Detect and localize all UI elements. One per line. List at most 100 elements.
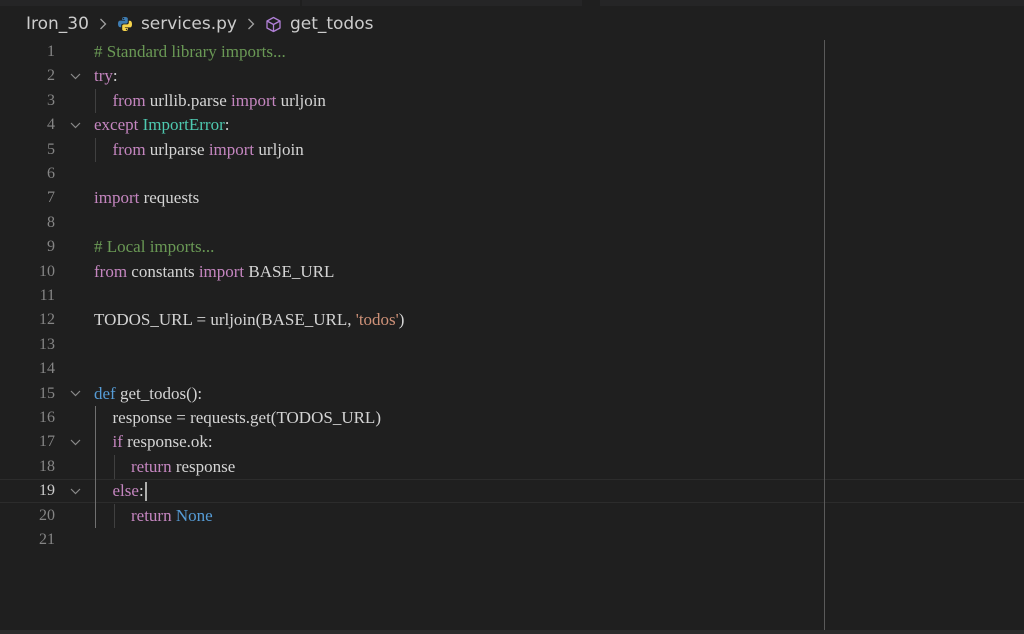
code-line[interactable]: if response.ok:: [113, 430, 213, 454]
method-cube-icon: [265, 16, 282, 33]
python-file-icon: [117, 16, 133, 32]
code-token: from: [94, 261, 128, 281]
code-line[interactable]: TODOS_URL = urljoin(BASE_URL, 'todos'): [94, 308, 404, 332]
horizontal-scrollbar[interactable]: [0, 630, 1024, 634]
code-line[interactable]: else:: [113, 479, 144, 503]
line-number: 15: [39, 384, 55, 402]
code-line[interactable]: # Standard library imports...: [94, 40, 286, 64]
chevron-down-icon[interactable]: [68, 113, 82, 137]
line-number: 10: [39, 262, 55, 280]
code-token: return: [131, 505, 172, 525]
line-number: 8: [47, 213, 55, 231]
code-token: import: [231, 90, 277, 110]
indent-guide: [113, 454, 115, 480]
code-token: def: [94, 383, 116, 403]
indent-guide: [95, 88, 96, 114]
code-token: from: [112, 90, 146, 110]
code-token: constants: [127, 261, 199, 281]
code-token: try: [94, 66, 113, 86]
line-number: 20: [39, 506, 55, 524]
breadcrumb-symbol[interactable]: get_todos: [265, 14, 374, 34]
code-line[interactable]: from urllib.parse import urljoin: [113, 89, 326, 113]
code-token: get_todos():: [115, 383, 203, 403]
line-number: 9: [47, 238, 55, 256]
code-token: TODOS_URL = urljoin(BASE_URL,: [94, 310, 356, 330]
code-token: import: [198, 261, 245, 281]
code-line[interactable]: # Local imports...: [94, 235, 214, 259]
code-token: BASE_URL: [244, 261, 335, 281]
code-token: urljoin: [276, 90, 326, 110]
indent-guide: [95, 479, 96, 504]
code-token: except: [94, 115, 139, 135]
code-token: import: [208, 139, 255, 159]
text-cursor: [144, 482, 147, 502]
indent-guide: [95, 137, 96, 162]
line-number: 3: [47, 91, 55, 109]
line-number: 11: [39, 287, 55, 304]
code-token: :: [138, 481, 144, 501]
code-token: # Standard library imports...: [94, 42, 286, 61]
code-token: requests: [139, 188, 200, 208]
indent-guide: [113, 503, 115, 528]
code-token: response: [171, 456, 236, 476]
indent-guide: [95, 503, 96, 528]
code-token: return: [131, 456, 172, 476]
line-number: 14: [39, 360, 55, 378]
chevron-right-icon: [99, 18, 107, 30]
code-token: :: [112, 66, 118, 86]
code-token: from: [112, 139, 146, 159]
code-line[interactable]: def get_todos():: [94, 382, 202, 406]
breadcrumb: Iron_30 services.py get_todos: [0, 6, 1024, 42]
code-token: # Local imports...: [94, 237, 215, 257]
code-line[interactable]: import requests: [94, 186, 199, 210]
code-token: ): [398, 310, 405, 330]
code-line[interactable]: from urlparse import urljoin: [113, 138, 304, 162]
code-token: ImportError: [142, 115, 225, 135]
line-number: 16: [39, 409, 55, 426]
code-line[interactable]: return None: [131, 504, 213, 528]
breadcrumb-file[interactable]: services.py: [117, 14, 237, 34]
column-ruler: [824, 40, 825, 630]
code-token: 'todos': [355, 310, 399, 330]
chevron-down-icon[interactable]: [68, 479, 82, 503]
line-number: 1: [47, 43, 55, 60]
chevron-down-icon[interactable]: [68, 430, 82, 454]
line-number: 7: [47, 189, 55, 207]
breadcrumb-symbol-label: get_todos: [289, 14, 374, 34]
code-token: response.ok:: [122, 432, 213, 452]
code-token: response = requests.get(TODOS_URL): [112, 408, 381, 427]
code-line[interactable]: response = requests.get(TODOS_URL): [113, 406, 381, 430]
current-line-highlight: [0, 479, 1024, 504]
line-number: 21: [39, 531, 55, 548]
breadcrumb-folder-label: Iron_30: [26, 14, 89, 34]
line-number: 6: [47, 165, 55, 182]
code-editor[interactable]: Iron_30 services.py get_todos 1 2 3 4 5 …: [0, 0, 1024, 634]
code-token: urljoin: [254, 139, 304, 159]
breadcrumb-file-label: services.py: [140, 14, 237, 34]
chevron-down-icon[interactable]: [68, 64, 82, 88]
code-line[interactable]: from constants import BASE_URL: [94, 260, 334, 284]
code-line[interactable]: except ImportError:: [94, 113, 229, 137]
indent-guide: [95, 454, 96, 480]
chevron-right-icon: [247, 18, 255, 30]
line-number: 17: [39, 433, 55, 451]
code-token: else: [112, 481, 139, 501]
code-token: urlparse: [145, 139, 209, 159]
line-number: 5: [47, 140, 55, 158]
breadcrumb-folder[interactable]: Iron_30: [26, 14, 89, 34]
line-number: 18: [39, 457, 55, 475]
line-number: 12: [39, 311, 55, 329]
line-number: 2: [47, 67, 55, 85]
code-token: None: [175, 505, 213, 525]
indent-guide: [95, 406, 96, 431]
code-token: import: [94, 188, 140, 208]
code-line[interactable]: return response: [131, 455, 235, 479]
indent-guide: [95, 430, 96, 455]
code-token: urllib.parse: [145, 90, 231, 110]
code-token: if: [112, 432, 123, 452]
line-number: 19: [39, 482, 55, 500]
chevron-down-icon[interactable]: [68, 382, 82, 406]
line-number: 13: [39, 335, 55, 353]
code-token: :: [224, 115, 230, 135]
code-line[interactable]: try:: [94, 64, 118, 88]
